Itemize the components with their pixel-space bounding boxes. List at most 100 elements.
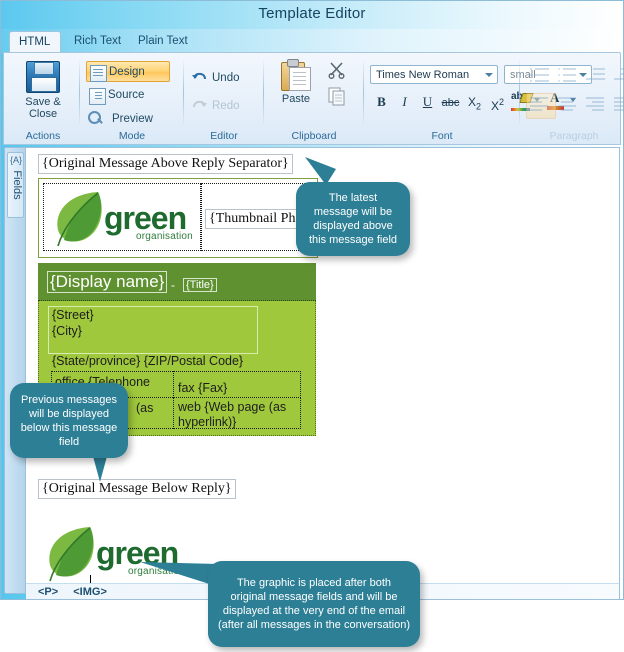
signature-header: {Display name} - {Title} <box>38 263 316 301</box>
ribbon-group-actions: Save & Close Actions <box>6 55 80 143</box>
mode-design-label: Design <box>109 66 145 78</box>
source-icon <box>89 88 106 105</box>
logo-subtext: organisation <box>136 231 193 242</box>
align-left-icon[interactable] <box>530 97 550 114</box>
field-street[interactable]: {Street} <box>52 308 94 322</box>
tab-rich-text[interactable]: Rich Text <box>65 31 127 53</box>
group-label-actions: Actions <box>25 130 61 142</box>
ribbon-group-mode: Design Source Preview Mode <box>80 55 184 143</box>
field-office-cont[interactable]: (as <box>136 401 153 415</box>
address-cell: {Street} {City} <box>48 306 258 354</box>
logo-cell: green organisation <box>43 183 201 251</box>
mode-preview-button[interactable]: Preview <box>86 109 170 130</box>
magnifier-icon <box>88 111 101 124</box>
design-icon <box>90 65 107 82</box>
chevron-down-icon <box>485 73 493 77</box>
save-and-close-button[interactable]: Save & Close <box>14 59 72 120</box>
field-original-message-below[interactable]: {Original Message Below Reply} <box>38 479 236 499</box>
group-label-editor: Editor <box>210 130 238 142</box>
ribbon: Save & Close Actions Design Source Previ… <box>3 52 624 145</box>
sidebar-item-fields[interactable]: {A} Fields <box>7 152 24 218</box>
signature-dash: - <box>171 278 175 292</box>
field-title[interactable]: {Title} <box>183 278 217 292</box>
callout-graphic-placement-text: The graphic is placed after both origina… <box>218 577 410 631</box>
copy-icon[interactable] <box>328 87 346 107</box>
save-close-label-2: Close <box>28 108 58 120</box>
floppy-disk-icon <box>26 61 60 93</box>
contact-cell-web: web {Web page (as hyperlink)} <box>173 398 301 429</box>
status-tag-img[interactable]: <IMG> <box>73 586 107 598</box>
editor-sidebar: {A} Fields <box>4 147 26 594</box>
align-right-icon[interactable] <box>586 97 606 114</box>
italic-label: I <box>402 94 407 109</box>
mode-design-button[interactable]: Design <box>86 61 170 82</box>
underline-label: U <box>422 94 433 109</box>
callout-previous-messages: Previous messages will be displayed belo… <box>10 383 128 458</box>
tab-html[interactable]: HTML <box>9 31 61 53</box>
increase-indent-icon[interactable] <box>586 67 606 84</box>
mode-source-label: Source <box>108 89 145 101</box>
tab-plain-text[interactable]: Plain Text <box>129 31 197 53</box>
justify-icon[interactable] <box>614 97 624 114</box>
undo-label: Undo <box>212 72 240 84</box>
group-label-mode: Mode <box>118 130 146 142</box>
save-close-label-1: Save & <box>25 96 61 108</box>
clipboard-icon <box>281 59 311 91</box>
window-title: Template Editor <box>258 5 366 22</box>
field-fax[interactable]: fax {Fax} <box>178 381 227 395</box>
callout-graphic-placement: The graphic is placed after both origina… <box>208 561 420 647</box>
italic-button[interactable]: I <box>394 91 415 112</box>
paste-button[interactable]: Paste <box>270 59 322 105</box>
underline-button[interactable]: U <box>417 91 438 112</box>
strikethrough-button[interactable]: abc <box>440 93 461 114</box>
ribbon-group-font: Times New Roman small B I U abc X2 X2 ab <box>364 55 592 143</box>
template-editor-window: Template Editor HTML Rich Text Plain Tex… <box>0 0 624 600</box>
contact-cell-fax: fax {Fax} <box>173 371 301 398</box>
callout-latest-message-text: The latest message will be displayed abo… <box>308 192 398 246</box>
screenshot-root: Template Editor HTML Rich Text Plain Tex… <box>0 0 624 652</box>
tab-html-label: HTML <box>19 36 51 48</box>
decrease-indent-icon[interactable] <box>614 67 624 84</box>
field-original-message-above[interactable]: {Original Message Above Reply Separator} <box>38 154 293 174</box>
field-web[interactable]: web {Web page (as <box>178 400 286 414</box>
tab-plain-text-label: Plain Text <box>138 35 188 47</box>
superscript-button[interactable]: X2 <box>487 92 508 113</box>
paste-label: Paste <box>281 93 311 105</box>
callout-previous-messages-text: Previous messages will be displayed belo… <box>20 393 118 448</box>
group-label-paragraph: Paragraph <box>549 130 599 142</box>
header-table: green organisation {Thumbnail Photo} <box>38 178 325 258</box>
field-city[interactable]: {City} <box>52 324 82 338</box>
window-titlebar: Template Editor <box>1 1 623 29</box>
logo-word: green <box>104 200 187 236</box>
green-organisation-logo: green organisation <box>48 188 193 253</box>
redo-arrow-icon <box>192 99 207 113</box>
scissors-icon[interactable] <box>328 61 346 81</box>
mode-source-button[interactable]: Source <box>86 85 170 106</box>
ribbon-group-clipboard: Paste Clipboard <box>264 55 364 143</box>
font-family-combo[interactable]: Times New Roman <box>370 65 498 84</box>
tab-rich-text-label: Rich Text <box>74 35 122 47</box>
font-family-value: Times New Roman <box>376 69 470 81</box>
group-label-clipboard: Clipboard <box>291 130 337 142</box>
subscript-button[interactable]: X2 <box>464 92 485 113</box>
tabstrip: HTML Rich Text Plain Text <box>1 29 623 53</box>
mode-preview-label: Preview <box>112 113 153 125</box>
leaf-icon <box>57 192 102 247</box>
status-tag-p[interactable]: <P> <box>38 586 58 598</box>
align-center-icon[interactable] <box>558 97 578 114</box>
numbered-list-icon[interactable] <box>530 67 550 84</box>
bold-button[interactable]: B <box>371 91 392 112</box>
undo-button[interactable]: Undo <box>190 67 240 89</box>
callout-latest-message: The latest message will be displayed abo… <box>296 182 410 256</box>
bold-label: B <box>377 94 386 109</box>
redo-label: Redo <box>212 100 240 112</box>
ribbon-group-paragraph: Paragraph <box>522 55 624 143</box>
field-state-zip[interactable]: {State/province} {ZIP/Postal Code} <box>52 354 243 368</box>
field-web-cont[interactable]: hyperlink)} <box>178 415 236 429</box>
undo-arrow-icon <box>192 71 207 85</box>
field-display-name[interactable]: {Display name} <box>46 271 168 293</box>
redo-button[interactable]: Redo <box>190 95 240 117</box>
bulleted-list-icon[interactable] <box>558 67 578 84</box>
leaf-icon-footer <box>49 527 94 582</box>
fields-icon: {A} <box>10 155 23 165</box>
